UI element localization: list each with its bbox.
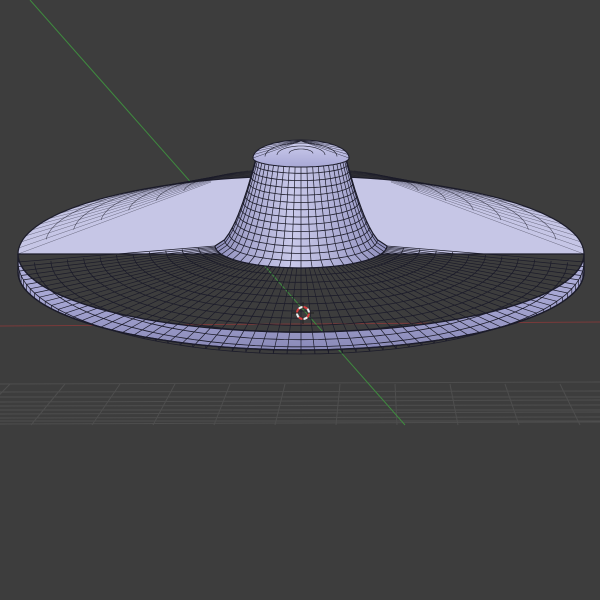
grid-line <box>394 383 398 426</box>
grid-line <box>0 381 600 385</box>
grid-line <box>152 383 176 426</box>
grid-line <box>30 383 66 426</box>
grid-line <box>91 383 121 426</box>
grid-line <box>559 383 581 426</box>
grid-line <box>449 383 459 426</box>
grid-line <box>213 383 231 426</box>
hat-mesh[interactable] <box>17 139 585 355</box>
grid-line <box>274 383 286 426</box>
grid-line <box>0 390 600 393</box>
3d-cursor-icon[interactable] <box>292 302 314 324</box>
grid-line <box>0 421 600 425</box>
3d-viewport[interactable] <box>0 0 600 600</box>
crown-top-surface[interactable] <box>252 139 350 168</box>
viewport-canvas[interactable] <box>0 0 600 600</box>
grid-line <box>0 383 11 395</box>
grid-line <box>0 399 600 403</box>
grid-line <box>0 416 600 419</box>
grid-line <box>0 404 600 407</box>
grid-line <box>335 383 341 426</box>
grid-line <box>0 411 600 415</box>
grid-line <box>504 383 520 426</box>
floor-grid <box>0 381 600 426</box>
